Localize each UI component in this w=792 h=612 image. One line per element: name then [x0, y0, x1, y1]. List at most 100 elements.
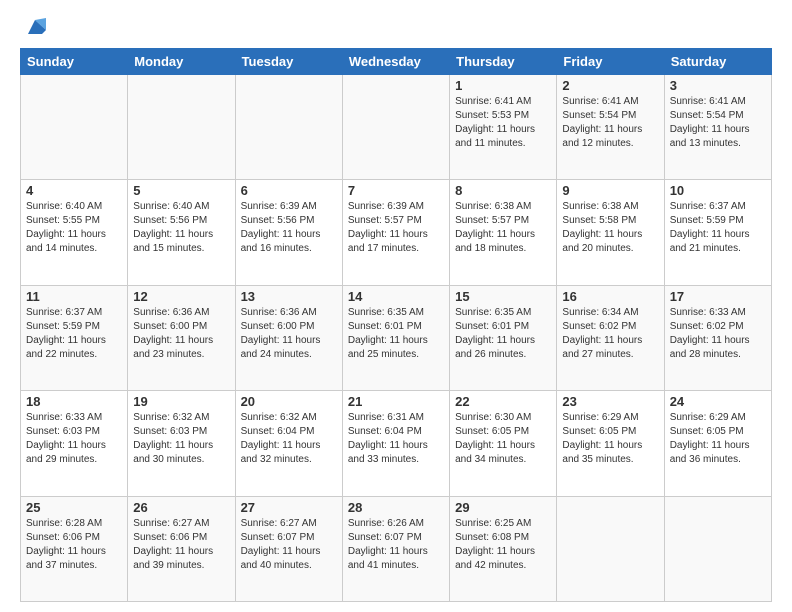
day-number: 9 — [562, 183, 658, 198]
day-number: 25 — [26, 500, 122, 515]
day-info: Sunrise: 6:26 AM Sunset: 6:07 PM Dayligh… — [348, 517, 444, 573]
calendar-cell — [557, 496, 664, 601]
day-number: 8 — [455, 183, 551, 198]
col-header-friday: Friday — [557, 49, 664, 75]
week-row-4: 25Sunrise: 6:28 AM Sunset: 6:06 PM Dayli… — [21, 496, 772, 601]
day-info: Sunrise: 6:39 AM Sunset: 5:56 PM Dayligh… — [241, 200, 337, 256]
day-info: Sunrise: 6:27 AM Sunset: 6:07 PM Dayligh… — [241, 517, 337, 573]
day-info: Sunrise: 6:40 AM Sunset: 5:55 PM Dayligh… — [26, 200, 122, 256]
day-info: Sunrise: 6:29 AM Sunset: 6:05 PM Dayligh… — [562, 411, 658, 467]
day-info: Sunrise: 6:35 AM Sunset: 6:01 PM Dayligh… — [348, 306, 444, 362]
calendar-cell: 4Sunrise: 6:40 AM Sunset: 5:55 PM Daylig… — [21, 180, 128, 285]
day-info: Sunrise: 6:40 AM Sunset: 5:56 PM Dayligh… — [133, 200, 229, 256]
week-row-2: 11 Sunrise: 6:37 AM Sunset: 5:59 PM Dayli… — [21, 285, 772, 390]
calendar-cell: 1 Sunrise: 6:41 AM Sunset: 5:53 PM Daylig… — [450, 75, 557, 180]
day-info: Sunrise: 6:41 AM Sunset: 5:54 PM Dayligh… — [670, 95, 766, 151]
day-info: Sunrise: 6:36 AM Sunset: 6:00 PM Dayligh… — [241, 306, 337, 362]
calendar-cell: 19 Sunrise: 6:32 AM Sunset: 6:03 PM Dayli… — [128, 391, 235, 496]
header — [20, 16, 772, 38]
calendar-cell: 22Sunrise: 6:30 AM Sunset: 6:05 PM Dayli… — [450, 391, 557, 496]
day-number: 6 — [241, 183, 337, 198]
day-number: 3 — [670, 78, 766, 93]
day-info: Sunrise: 6:37 AM Sunset: 5:59 PM Dayligh… — [670, 200, 766, 256]
day-info: Sunrise: 6:27 AM Sunset: 6:06 PM Dayligh… — [133, 517, 229, 573]
calendar-cell: 28 Sunrise: 6:26 AM Sunset: 6:07 PM Dayli… — [342, 496, 449, 601]
col-header-saturday: Saturday — [664, 49, 771, 75]
day-number: 13 — [241, 289, 337, 304]
day-number: 24 — [670, 394, 766, 409]
calendar-cell: 23 Sunrise: 6:29 AM Sunset: 6:05 PM Dayli… — [557, 391, 664, 496]
day-number: 26 — [133, 500, 229, 515]
day-number: 5 — [133, 183, 229, 198]
calendar-cell: 18 Sunrise: 6:33 AM Sunset: 6:03 PM Dayli… — [21, 391, 128, 496]
calendar-cell: 25Sunrise: 6:28 AM Sunset: 6:06 PM Dayli… — [21, 496, 128, 601]
day-number: 7 — [348, 183, 444, 198]
calendar-cell: 8 Sunrise: 6:38 AM Sunset: 5:57 PM Daylig… — [450, 180, 557, 285]
calendar-cell: 10 Sunrise: 6:37 AM Sunset: 5:59 PM Dayli… — [664, 180, 771, 285]
calendar-cell: 21 Sunrise: 6:31 AM Sunset: 6:04 PM Dayli… — [342, 391, 449, 496]
calendar-header-row: SundayMondayTuesdayWednesdayThursdayFrid… — [21, 49, 772, 75]
calendar-cell — [342, 75, 449, 180]
day-number: 1 — [455, 78, 551, 93]
day-info: Sunrise: 6:41 AM Sunset: 5:53 PM Dayligh… — [455, 95, 551, 151]
day-info: Sunrise: 6:32 AM Sunset: 6:03 PM Dayligh… — [133, 411, 229, 467]
day-number: 16 — [562, 289, 658, 304]
day-info: Sunrise: 6:32 AM Sunset: 6:04 PM Dayligh… — [241, 411, 337, 467]
col-header-monday: Monday — [128, 49, 235, 75]
day-info: Sunrise: 6:31 AM Sunset: 6:04 PM Dayligh… — [348, 411, 444, 467]
calendar-cell: 9 Sunrise: 6:38 AM Sunset: 5:58 PM Daylig… — [557, 180, 664, 285]
logo — [20, 16, 46, 38]
calendar-cell: 16 Sunrise: 6:34 AM Sunset: 6:02 PM Dayli… — [557, 285, 664, 390]
logo-icon — [24, 16, 46, 38]
calendar-cell — [128, 75, 235, 180]
col-header-wednesday: Wednesday — [342, 49, 449, 75]
calendar-cell: 6 Sunrise: 6:39 AM Sunset: 5:56 PM Daylig… — [235, 180, 342, 285]
day-number: 2 — [562, 78, 658, 93]
day-info: Sunrise: 6:29 AM Sunset: 6:05 PM Dayligh… — [670, 411, 766, 467]
calendar-cell: 17 Sunrise: 6:33 AM Sunset: 6:02 PM Dayli… — [664, 285, 771, 390]
week-row-3: 18 Sunrise: 6:33 AM Sunset: 6:03 PM Dayli… — [21, 391, 772, 496]
day-info: Sunrise: 6:38 AM Sunset: 5:58 PM Dayligh… — [562, 200, 658, 256]
day-number: 18 — [26, 394, 122, 409]
calendar-cell: 20 Sunrise: 6:32 AM Sunset: 6:04 PM Dayli… — [235, 391, 342, 496]
day-number: 12 — [133, 289, 229, 304]
day-info: Sunrise: 6:38 AM Sunset: 5:57 PM Dayligh… — [455, 200, 551, 256]
col-header-tuesday: Tuesday — [235, 49, 342, 75]
day-info: Sunrise: 6:34 AM Sunset: 6:02 PM Dayligh… — [562, 306, 658, 362]
week-row-0: 1 Sunrise: 6:41 AM Sunset: 5:53 PM Daylig… — [21, 75, 772, 180]
calendar-cell: 11 Sunrise: 6:37 AM Sunset: 5:59 PM Dayli… — [21, 285, 128, 390]
day-number: 20 — [241, 394, 337, 409]
day-number: 10 — [670, 183, 766, 198]
col-header-thursday: Thursday — [450, 49, 557, 75]
calendar-cell: 24 Sunrise: 6:29 AM Sunset: 6:05 PM Dayli… — [664, 391, 771, 496]
day-info: Sunrise: 6:30 AM Sunset: 6:05 PM Dayligh… — [455, 411, 551, 467]
day-number: 28 — [348, 500, 444, 515]
page: SundayMondayTuesdayWednesdayThursdayFrid… — [0, 0, 792, 612]
day-number: 17 — [670, 289, 766, 304]
day-info: Sunrise: 6:39 AM Sunset: 5:57 PM Dayligh… — [348, 200, 444, 256]
calendar-cell — [664, 496, 771, 601]
calendar-cell: 12 Sunrise: 6:36 AM Sunset: 6:00 PM Dayli… — [128, 285, 235, 390]
day-info: Sunrise: 6:35 AM Sunset: 6:01 PM Dayligh… — [455, 306, 551, 362]
day-number: 29 — [455, 500, 551, 515]
day-number: 23 — [562, 394, 658, 409]
calendar-cell: 2 Sunrise: 6:41 AM Sunset: 5:54 PM Daylig… — [557, 75, 664, 180]
calendar-cell: 7 Sunrise: 6:39 AM Sunset: 5:57 PM Daylig… — [342, 180, 449, 285]
calendar-cell: 13 Sunrise: 6:36 AM Sunset: 6:00 PM Dayli… — [235, 285, 342, 390]
day-number: 21 — [348, 394, 444, 409]
calendar-cell: 5 Sunrise: 6:40 AM Sunset: 5:56 PM Daylig… — [128, 180, 235, 285]
calendar-cell: 29 Sunrise: 6:25 AM Sunset: 6:08 PM Dayli… — [450, 496, 557, 601]
day-info: Sunrise: 6:33 AM Sunset: 6:03 PM Dayligh… — [26, 411, 122, 467]
day-info: Sunrise: 6:25 AM Sunset: 6:08 PM Dayligh… — [455, 517, 551, 573]
day-info: Sunrise: 6:41 AM Sunset: 5:54 PM Dayligh… — [562, 95, 658, 151]
day-info: Sunrise: 6:36 AM Sunset: 6:00 PM Dayligh… — [133, 306, 229, 362]
calendar-table: SundayMondayTuesdayWednesdayThursdayFrid… — [20, 48, 772, 602]
calendar-cell: 14Sunrise: 6:35 AM Sunset: 6:01 PM Dayli… — [342, 285, 449, 390]
day-info: Sunrise: 6:37 AM Sunset: 5:59 PM Dayligh… — [26, 306, 122, 362]
calendar-cell: 3 Sunrise: 6:41 AM Sunset: 5:54 PM Daylig… — [664, 75, 771, 180]
day-number: 19 — [133, 394, 229, 409]
day-number: 11 — [26, 289, 122, 304]
day-info: Sunrise: 6:33 AM Sunset: 6:02 PM Dayligh… — [670, 306, 766, 362]
day-number: 15 — [455, 289, 551, 304]
week-row-1: 4Sunrise: 6:40 AM Sunset: 5:55 PM Daylig… — [21, 180, 772, 285]
